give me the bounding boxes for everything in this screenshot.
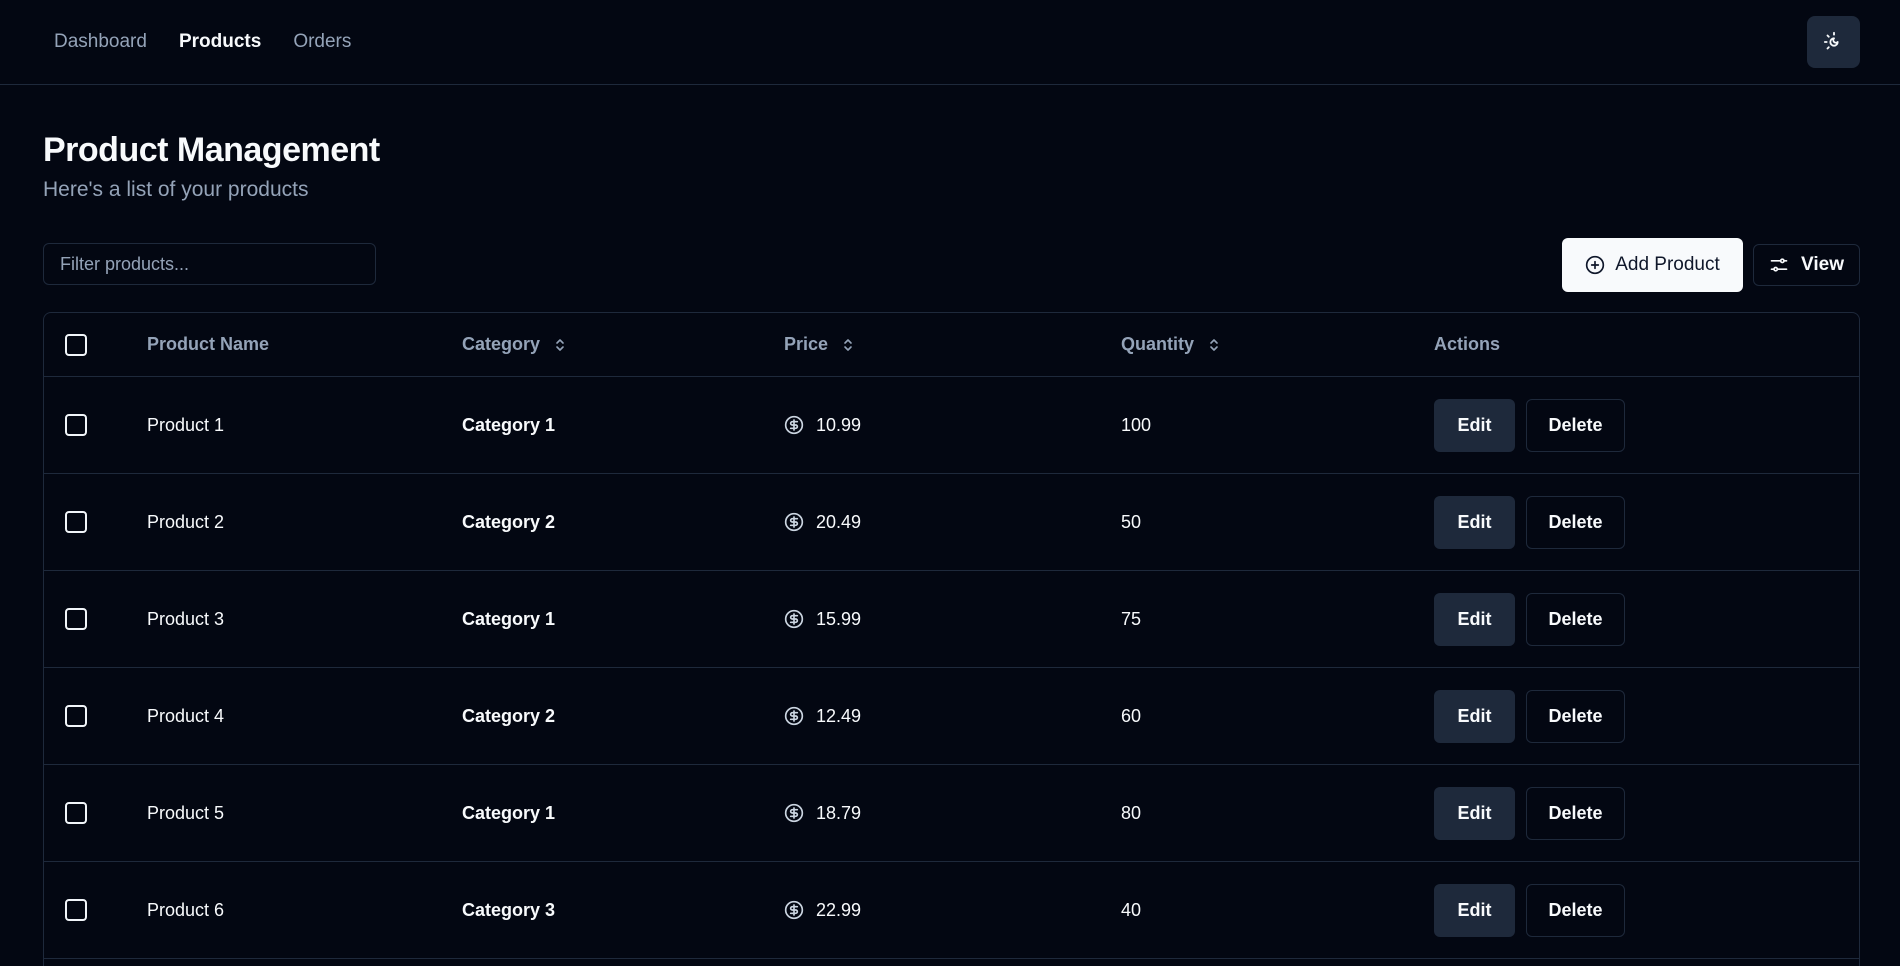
product-name: Product 6 [147, 899, 225, 920]
nav-link-dashboard[interactable]: Dashboard [54, 31, 147, 53]
sort-icon[interactable] [554, 337, 566, 353]
column-header-price[interactable]: Price [784, 334, 828, 355]
main-content: Product Management Here's a list of your… [0, 131, 1900, 966]
product-quantity: 60 [1121, 705, 1142, 726]
delete-button[interactable]: Delete [1526, 592, 1625, 646]
product-price: 10.99 [816, 414, 862, 435]
product-quantity: 80 [1121, 802, 1142, 823]
view-options-button[interactable]: View [1753, 244, 1860, 286]
product-name: Product 1 [147, 414, 225, 435]
nav-link-products[interactable]: Products [179, 31, 261, 53]
add-product-label: Add Product [1615, 254, 1720, 275]
table-toolbar: Add Product View [43, 238, 1860, 292]
filter-products-input[interactable] [43, 243, 376, 285]
delete-button[interactable]: Delete [1526, 689, 1625, 743]
product-name: Product 3 [147, 608, 225, 629]
column-header-actions: Actions [1434, 334, 1501, 354]
dollar-circle-icon [784, 803, 804, 823]
table-row: Product 5 Category 1 18.79 80 Edit Delet… [44, 765, 1859, 862]
edit-button[interactable]: Edit [1434, 398, 1515, 452]
page-title: Product Management [43, 131, 380, 169]
products-table: Product Name Category Price Quantity Act… [43, 312, 1860, 966]
delete-button[interactable]: Delete [1526, 883, 1625, 937]
delete-button[interactable]: Delete [1526, 398, 1625, 452]
product-category: Category 1 [462, 608, 556, 629]
product-price: 22.99 [816, 899, 862, 920]
product-name: Product 4 [147, 705, 225, 726]
sliders-icon [1770, 258, 1788, 272]
product-category: Category 1 [462, 414, 556, 435]
product-quantity: 75 [1121, 608, 1142, 629]
row-checkbox[interactable] [65, 899, 87, 921]
column-header-quantity[interactable]: Quantity [1121, 334, 1194, 355]
edit-button[interactable]: Edit [1434, 689, 1515, 743]
product-quantity: 40 [1121, 899, 1142, 920]
view-label: View [1801, 254, 1844, 275]
sort-icon[interactable] [842, 337, 854, 353]
delete-button[interactable]: Delete [1526, 495, 1625, 549]
table-row: Product 1 Category 1 10.99 100 Edit Dele… [44, 377, 1859, 474]
dollar-circle-icon [784, 415, 804, 435]
top-navigation: Dashboard Products Orders [0, 0, 1900, 85]
row-checkbox[interactable] [65, 511, 87, 533]
table-row: Product 4 Category 2 12.49 60 Edit Delet… [44, 668, 1859, 765]
sort-icon[interactable] [1208, 337, 1220, 353]
moon-sun-icon [1823, 31, 1839, 50]
row-checkbox[interactable] [65, 802, 87, 824]
product-price: 18.79 [816, 802, 862, 823]
edit-button[interactable]: Edit [1434, 495, 1515, 549]
product-price: 20.49 [816, 511, 862, 532]
product-price: 15.99 [816, 608, 862, 629]
row-checkbox[interactable] [65, 705, 87, 727]
edit-button[interactable]: Edit [1434, 786, 1515, 840]
dollar-circle-icon [784, 706, 804, 726]
product-quantity: 50 [1121, 511, 1142, 532]
delete-button[interactable]: Delete [1526, 786, 1625, 840]
theme-toggle-button[interactable] [1807, 16, 1860, 68]
product-name: Product 2 [147, 511, 225, 532]
table-row: Product 2 Category 2 20.49 50 Edit Delet… [44, 474, 1859, 571]
row-checkbox[interactable] [65, 608, 87, 630]
column-header-category[interactable]: Category [462, 334, 540, 355]
dollar-circle-icon [784, 512, 804, 532]
dollar-circle-icon [784, 900, 804, 920]
plus-circle-icon [1586, 255, 1605, 275]
add-product-button[interactable]: Add Product [1562, 238, 1743, 292]
table-row: Product 6 Category 3 22.99 40 Edit Delet… [44, 862, 1859, 959]
edit-button[interactable]: Edit [1434, 883, 1515, 937]
product-category: Category 3 [462, 899, 556, 920]
product-name: Product 5 [147, 802, 225, 823]
product-category: Category 2 [462, 511, 556, 532]
table-row: Product 3 Category 1 15.99 75 Edit Delet… [44, 571, 1859, 668]
page-subtitle: Here's a list of your products [43, 178, 309, 201]
table-header-row: Product Name Category Price Quantity Act… [44, 313, 1859, 377]
product-category: Category 1 [462, 802, 556, 823]
nav-link-orders[interactable]: Orders [293, 31, 351, 53]
product-category: Category 2 [462, 705, 556, 726]
edit-button[interactable]: Edit [1434, 592, 1515, 646]
product-price: 12.49 [816, 705, 862, 726]
column-header-product-name: Product Name [147, 334, 270, 354]
dollar-circle-icon [784, 609, 804, 629]
product-quantity: 100 [1121, 414, 1152, 435]
row-checkbox[interactable] [65, 414, 87, 436]
select-all-checkbox[interactable] [65, 333, 87, 356]
